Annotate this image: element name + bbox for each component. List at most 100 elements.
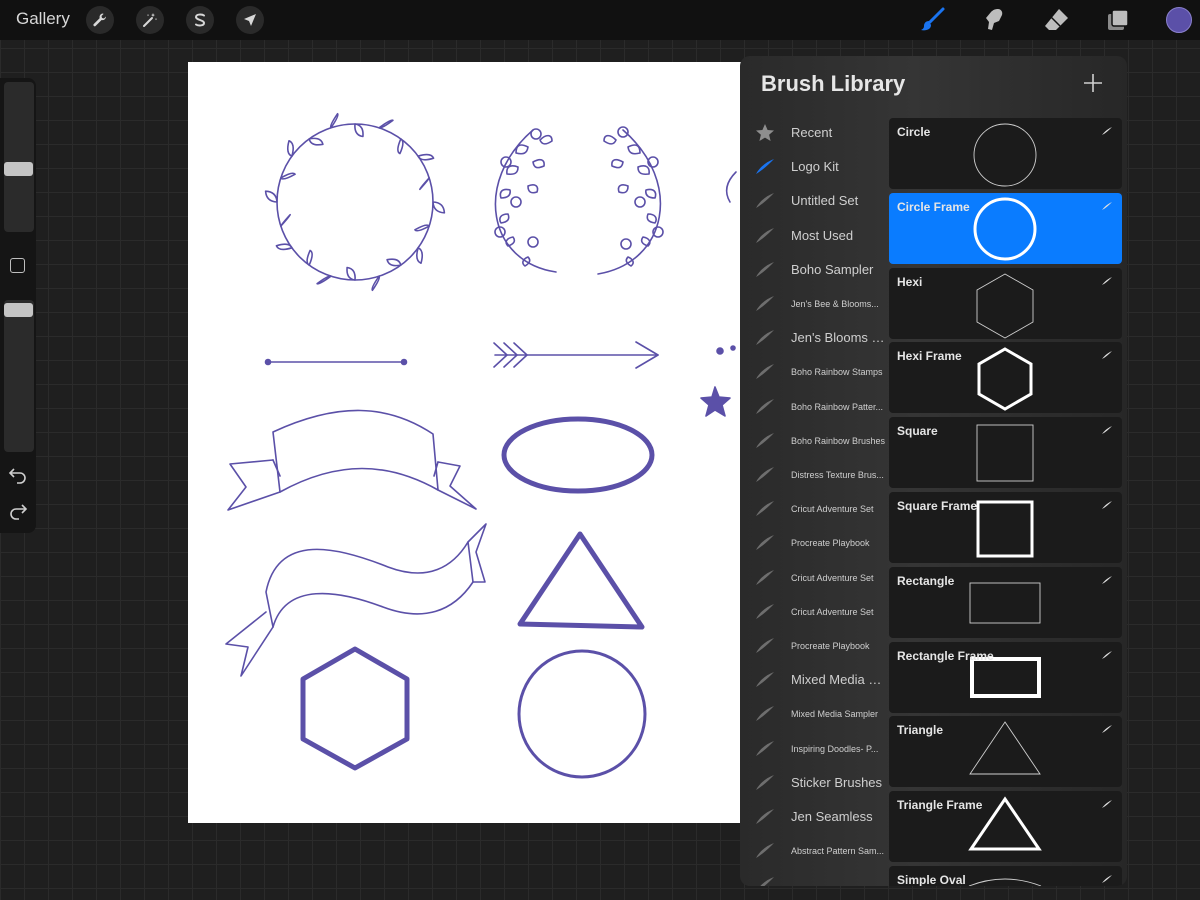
smudge-icon[interactable] xyxy=(980,6,1008,34)
brush-set-label: Mixed Media Set xyxy=(791,672,887,688)
modify-button[interactable] xyxy=(10,258,25,273)
brush-name: Hexi xyxy=(897,274,923,289)
selection-s-icon[interactable] xyxy=(186,6,214,34)
brush-stroke-icon xyxy=(756,159,774,175)
brush-set-label: Cricut Adventure Set xyxy=(791,504,874,515)
brush-item[interactable]: Triangle xyxy=(889,716,1122,788)
brush-set-item[interactable]: Logo Kit xyxy=(740,150,889,184)
brush-set-item[interactable]: Cricut Adventure Set xyxy=(740,595,889,629)
brush-set-label: Boho Rainbow Stamps xyxy=(791,367,883,378)
drawing-canvas[interactable] xyxy=(188,62,748,823)
brush-stroke-icon xyxy=(1102,800,1112,809)
undo-icon[interactable] xyxy=(8,464,28,484)
brush-set-label: Boho Rainbow Patter... xyxy=(791,401,884,412)
brush-set-item[interactable]: Untitled Set xyxy=(740,184,889,218)
brush-set-item[interactable]: Distress Texture Brus... xyxy=(740,458,889,492)
brush-set-item[interactable]: Jen Seamless xyxy=(740,800,889,834)
brush-library-panel: Brush Library Recent Logo Kit Untitled Set… xyxy=(740,56,1127,886)
brush-item[interactable]: Hexi Frame xyxy=(889,342,1122,414)
brush-stroke-icon xyxy=(756,843,774,859)
brush-set-item[interactable] xyxy=(740,868,889,886)
brush-stroke-icon xyxy=(756,193,774,209)
brush-item[interactable]: Circle xyxy=(889,118,1122,189)
brush-set-label: Sticker Brushes xyxy=(791,774,883,790)
brush-stroke-icon xyxy=(756,398,774,414)
add-brush-icon[interactable] xyxy=(1082,72,1104,94)
brush-set-item[interactable]: Cricut Adventure Set xyxy=(740,561,889,595)
wrench-icon[interactable] xyxy=(86,6,114,34)
brush-name: Hexi Frame xyxy=(897,349,962,364)
opacity-slider[interactable] xyxy=(4,300,34,452)
color-picker-button[interactable] xyxy=(1166,7,1192,33)
brush-set-item[interactable]: Inspiring Doodles- P... xyxy=(740,732,889,766)
brush-sets-list[interactable]: Recent Logo Kit Untitled Set Most Used Boho … xyxy=(740,116,889,886)
brush-set-item[interactable]: Sticker Brushes xyxy=(740,766,889,800)
brush-stroke-icon xyxy=(756,432,774,448)
gallery-button[interactable]: Gallery xyxy=(16,9,70,29)
brush-set-item[interactable]: Jen's Blooms Set xyxy=(740,321,889,355)
brush-stroke-icon xyxy=(756,330,774,346)
star-drawing xyxy=(700,386,731,417)
opacity-slider-thumb[interactable] xyxy=(4,303,33,317)
brush-name: Square Frame xyxy=(897,499,978,513)
brush-size-slider[interactable] xyxy=(4,82,34,232)
brush-set-item[interactable]: Procreate Playbook xyxy=(740,629,889,663)
brush-library-title: Brush Library xyxy=(761,71,906,96)
star-icon xyxy=(756,124,774,141)
brush-stroke-icon xyxy=(756,569,774,585)
brush-stroke-icon xyxy=(756,261,774,277)
arrow-transform-icon[interactable] xyxy=(236,6,264,34)
brush-item[interactable]: Circle Frame xyxy=(889,192,1122,264)
hexagon-drawing xyxy=(300,646,410,771)
brush-set-item[interactable]: Most Used xyxy=(740,219,889,253)
brush-stroke-icon xyxy=(1102,875,1112,883)
brush-size-slider-thumb[interactable] xyxy=(4,162,33,176)
brush-set-label: Jen's Blooms Set xyxy=(791,330,887,346)
brush-stroke-icon xyxy=(756,603,774,619)
brush-item[interactable]: Triangle Frame xyxy=(889,791,1122,863)
brush-item[interactable]: Square xyxy=(889,417,1122,489)
triangle-drawing xyxy=(517,531,645,630)
brush-item[interactable]: Simple Oval xyxy=(889,866,1122,886)
brush-stroke-icon xyxy=(756,706,774,722)
brush-item[interactable]: Rectangle xyxy=(889,566,1122,638)
top-toolbar: Gallery xyxy=(0,0,1200,40)
brush-set-item[interactable]: Mixed Media Set xyxy=(740,663,889,697)
redo-icon[interactable] xyxy=(8,500,28,520)
brush-stroke-icon xyxy=(756,809,774,824)
brush-set-item[interactable]: Abstract Pattern Sam... xyxy=(740,834,889,868)
magic-wand-icon[interactable] xyxy=(136,6,164,34)
brush-set-item[interactable]: Cricut Adventure Set xyxy=(740,492,889,526)
brush-set-label: Recent xyxy=(791,125,833,140)
brush-set-item[interactable]: Mixed Media Sampler xyxy=(740,697,889,731)
brush-set-item[interactable]: Jen's Bee & Blooms... xyxy=(740,287,889,321)
left-sidebar xyxy=(0,78,36,533)
brush-item[interactable]: Square Frame xyxy=(889,492,1122,563)
brush-set-label: Jen Seamless xyxy=(791,809,873,824)
brush-set-label: Most Used xyxy=(791,227,854,243)
brush-set-item[interactable]: Boho Rainbow Stamps xyxy=(740,355,889,389)
brush-list[interactable]: Circle Circle Frame Hexi Hexi Frame Square Sq… xyxy=(889,116,1123,886)
layers-icon[interactable] xyxy=(1104,6,1132,34)
brush-stroke-icon xyxy=(756,535,774,551)
brush-item[interactable]: Hexi xyxy=(889,267,1122,339)
brush-stroke-icon xyxy=(756,672,774,688)
brush-set-item[interactable]: Boho Rainbow Patter... xyxy=(740,390,889,424)
brush-set-label: Procreate Playbook xyxy=(791,538,870,549)
brush-set-item[interactable]: Boho Sampler xyxy=(740,253,889,287)
brush-set-label: Untitled Set xyxy=(791,193,859,209)
brush-icon[interactable] xyxy=(918,6,946,34)
brush-set-label: Inspiring Doodles- P... xyxy=(791,743,879,754)
brush-stroke-icon xyxy=(1102,351,1112,360)
brush-stroke-icon xyxy=(1102,201,1112,210)
partial-laurel xyxy=(725,171,737,203)
eraser-icon[interactable] xyxy=(1042,6,1070,34)
brush-set-label: Cricut Adventure Set xyxy=(791,606,874,617)
brush-set-item[interactable]: Recent xyxy=(740,116,889,150)
arrow-drawing xyxy=(493,341,659,369)
brush-set-item[interactable]: Boho Rainbow Brushes xyxy=(740,424,889,458)
brush-item[interactable]: Rectangle Frame xyxy=(889,641,1122,713)
brush-stroke-icon xyxy=(1102,426,1112,435)
brush-set-item[interactable]: Procreate Playbook xyxy=(740,526,889,560)
brush-stroke-icon xyxy=(1102,276,1112,285)
